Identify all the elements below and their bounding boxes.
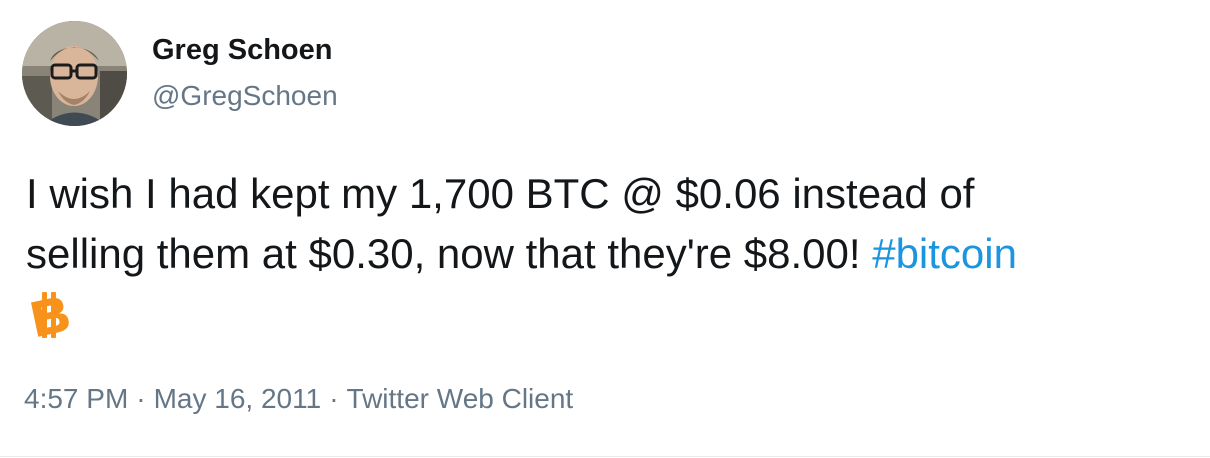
- avatar[interactable]: [22, 21, 127, 126]
- tweet-date[interactable]: May 16, 2011: [154, 383, 322, 414]
- bitcoin-icon: [22, 288, 76, 342]
- meta-separator: ·: [136, 383, 146, 414]
- hashtag-link[interactable]: #bitcoin: [872, 230, 1017, 277]
- avatar-photo: [22, 21, 127, 126]
- tweet-time[interactable]: 4:57 PM: [24, 383, 128, 414]
- tweet-client[interactable]: Twitter Web Client: [347, 383, 574, 414]
- tweet-text-line-1: I wish I had kept my 1,700 BTC @ $0.06 i…: [26, 170, 975, 217]
- divider: [0, 456, 1210, 457]
- tweet-card: Greg Schoen @GregSchoen I wish I had kep…: [0, 0, 1210, 458]
- meta-separator: ·: [329, 383, 339, 414]
- tweet-text: I wish I had kept my 1,700 BTC @ $0.06 i…: [26, 164, 1206, 284]
- tweet-text-line-2: selling them at $0.30, now that they're …: [26, 224, 1206, 284]
- tweet-text-line-2-body: selling them at $0.30, now that they're …: [26, 230, 873, 277]
- tweet-meta: 4:57 PM · May 16, 2011 · Twitter Web Client: [24, 383, 573, 415]
- author-name[interactable]: Greg Schoen: [152, 34, 333, 67]
- author-handle[interactable]: @GregSchoen: [152, 80, 338, 112]
